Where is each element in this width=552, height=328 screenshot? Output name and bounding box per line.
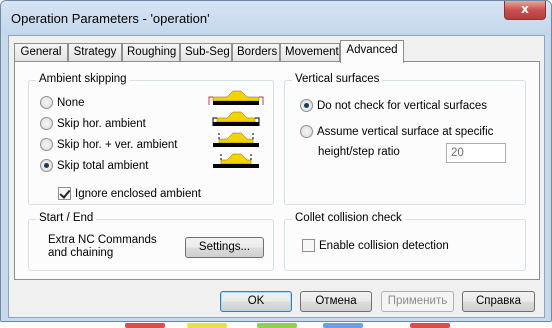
radio-button-selected[interactable] <box>40 159 53 172</box>
ambient-skip-hor-ver-illustration <box>213 131 259 147</box>
ambient-none-option[interactable]: None <box>40 96 85 109</box>
help-button[interactable]: Справка <box>462 291 535 312</box>
background-swatch <box>257 323 297 328</box>
chaining-label: and chaining <box>48 247 114 259</box>
radio-label: Skip hor. + ver. ambient <box>57 138 178 151</box>
extra-nc-label: Extra NC Commands <box>48 234 157 246</box>
group-title: Start / End <box>36 212 97 224</box>
radio-button-selected[interactable] <box>300 99 313 112</box>
tab-borders[interactable]: Borders <box>232 43 280 62</box>
group-title: Vertical surfaces <box>292 73 383 85</box>
tab-movement[interactable]: Movement <box>280 43 340 62</box>
enable-collision-checkbox[interactable] <box>302 239 315 252</box>
settings-button[interactable]: Settings... <box>185 237 264 258</box>
group-title: Ambient skipping <box>36 73 130 85</box>
ambient-skip-total-illustration <box>213 152 259 168</box>
radio-label: Skip hor. ambient <box>57 117 146 130</box>
tab-label: Movement <box>285 46 339 58</box>
radio-button[interactable] <box>40 96 53 109</box>
tab-label: Roughing <box>127 46 177 58</box>
vertical-no-check-option[interactable]: Do not check for vertical surfaces <box>300 99 487 112</box>
ok-button[interactable]: OK <box>220 291 292 312</box>
tab-label: General <box>20 46 62 58</box>
radio-button[interactable] <box>300 125 313 138</box>
ratio-label: height/step ratio <box>318 146 400 158</box>
close-icon: x <box>521 2 529 16</box>
radio-button[interactable] <box>40 117 53 130</box>
checkbox-label: Ignore enclosed ambient <box>75 187 201 200</box>
title-bar[interactable]: Operation Parameters - 'operation' x <box>1 1 551 35</box>
enable-collision-checkbox-row[interactable]: Enable collision detection <box>302 239 449 252</box>
ambient-skip-hor-ver-option[interactable]: Skip hor. + ver. ambient <box>40 138 178 151</box>
tab-label: Sub-Seg <box>185 46 230 58</box>
radio-label: Assume vertical surface at specific <box>317 125 494 138</box>
tab-general[interactable]: General <box>14 43 68 62</box>
close-button[interactable]: x <box>504 1 546 20</box>
ratio-input[interactable]: 20 <box>446 143 506 163</box>
ambient-skip-hor-option[interactable]: Skip hor. ambient <box>40 117 146 130</box>
background-swatch <box>187 323 227 328</box>
tab-label: Strategy <box>73 46 117 58</box>
tab-roughing[interactable]: Roughing <box>122 43 180 62</box>
cancel-button[interactable]: Отмена <box>300 291 372 312</box>
ambient-skip-total-option[interactable]: Skip total ambient <box>40 159 148 172</box>
tab-strategy[interactable]: Strategy <box>68 43 122 62</box>
tab-label: Advanced <box>346 44 398 56</box>
apply-button[interactable]: Применить <box>381 291 454 312</box>
tab-advanced[interactable]: Advanced <box>340 40 404 63</box>
vertical-assume-option[interactable]: Assume vertical surface at specific <box>300 125 493 138</box>
window-title: Operation Parameters - 'operation' <box>11 11 210 26</box>
ignore-enclosed-checkbox-row[interactable]: Ignore enclosed ambient <box>58 187 201 200</box>
checkbox-label: Enable collision detection <box>319 239 449 252</box>
radio-label: None <box>57 96 85 109</box>
radio-button[interactable] <box>40 138 53 151</box>
radio-label: Do not check for vertical surfaces <box>317 99 488 112</box>
background-swatch <box>125 323 165 328</box>
tab-label: Borders <box>237 46 278 58</box>
tab-sub-seg[interactable]: Sub-Seg <box>180 43 232 62</box>
background-swatch <box>410 323 450 328</box>
ignore-enclosed-checkbox[interactable] <box>58 187 71 200</box>
group-title: Collet collision check <box>292 212 405 224</box>
background-swatch <box>323 323 363 328</box>
ambient-none-illustration <box>208 90 264 105</box>
ambient-skip-hor-illustration <box>212 111 260 126</box>
radio-label: Skip total ambient <box>57 159 149 172</box>
